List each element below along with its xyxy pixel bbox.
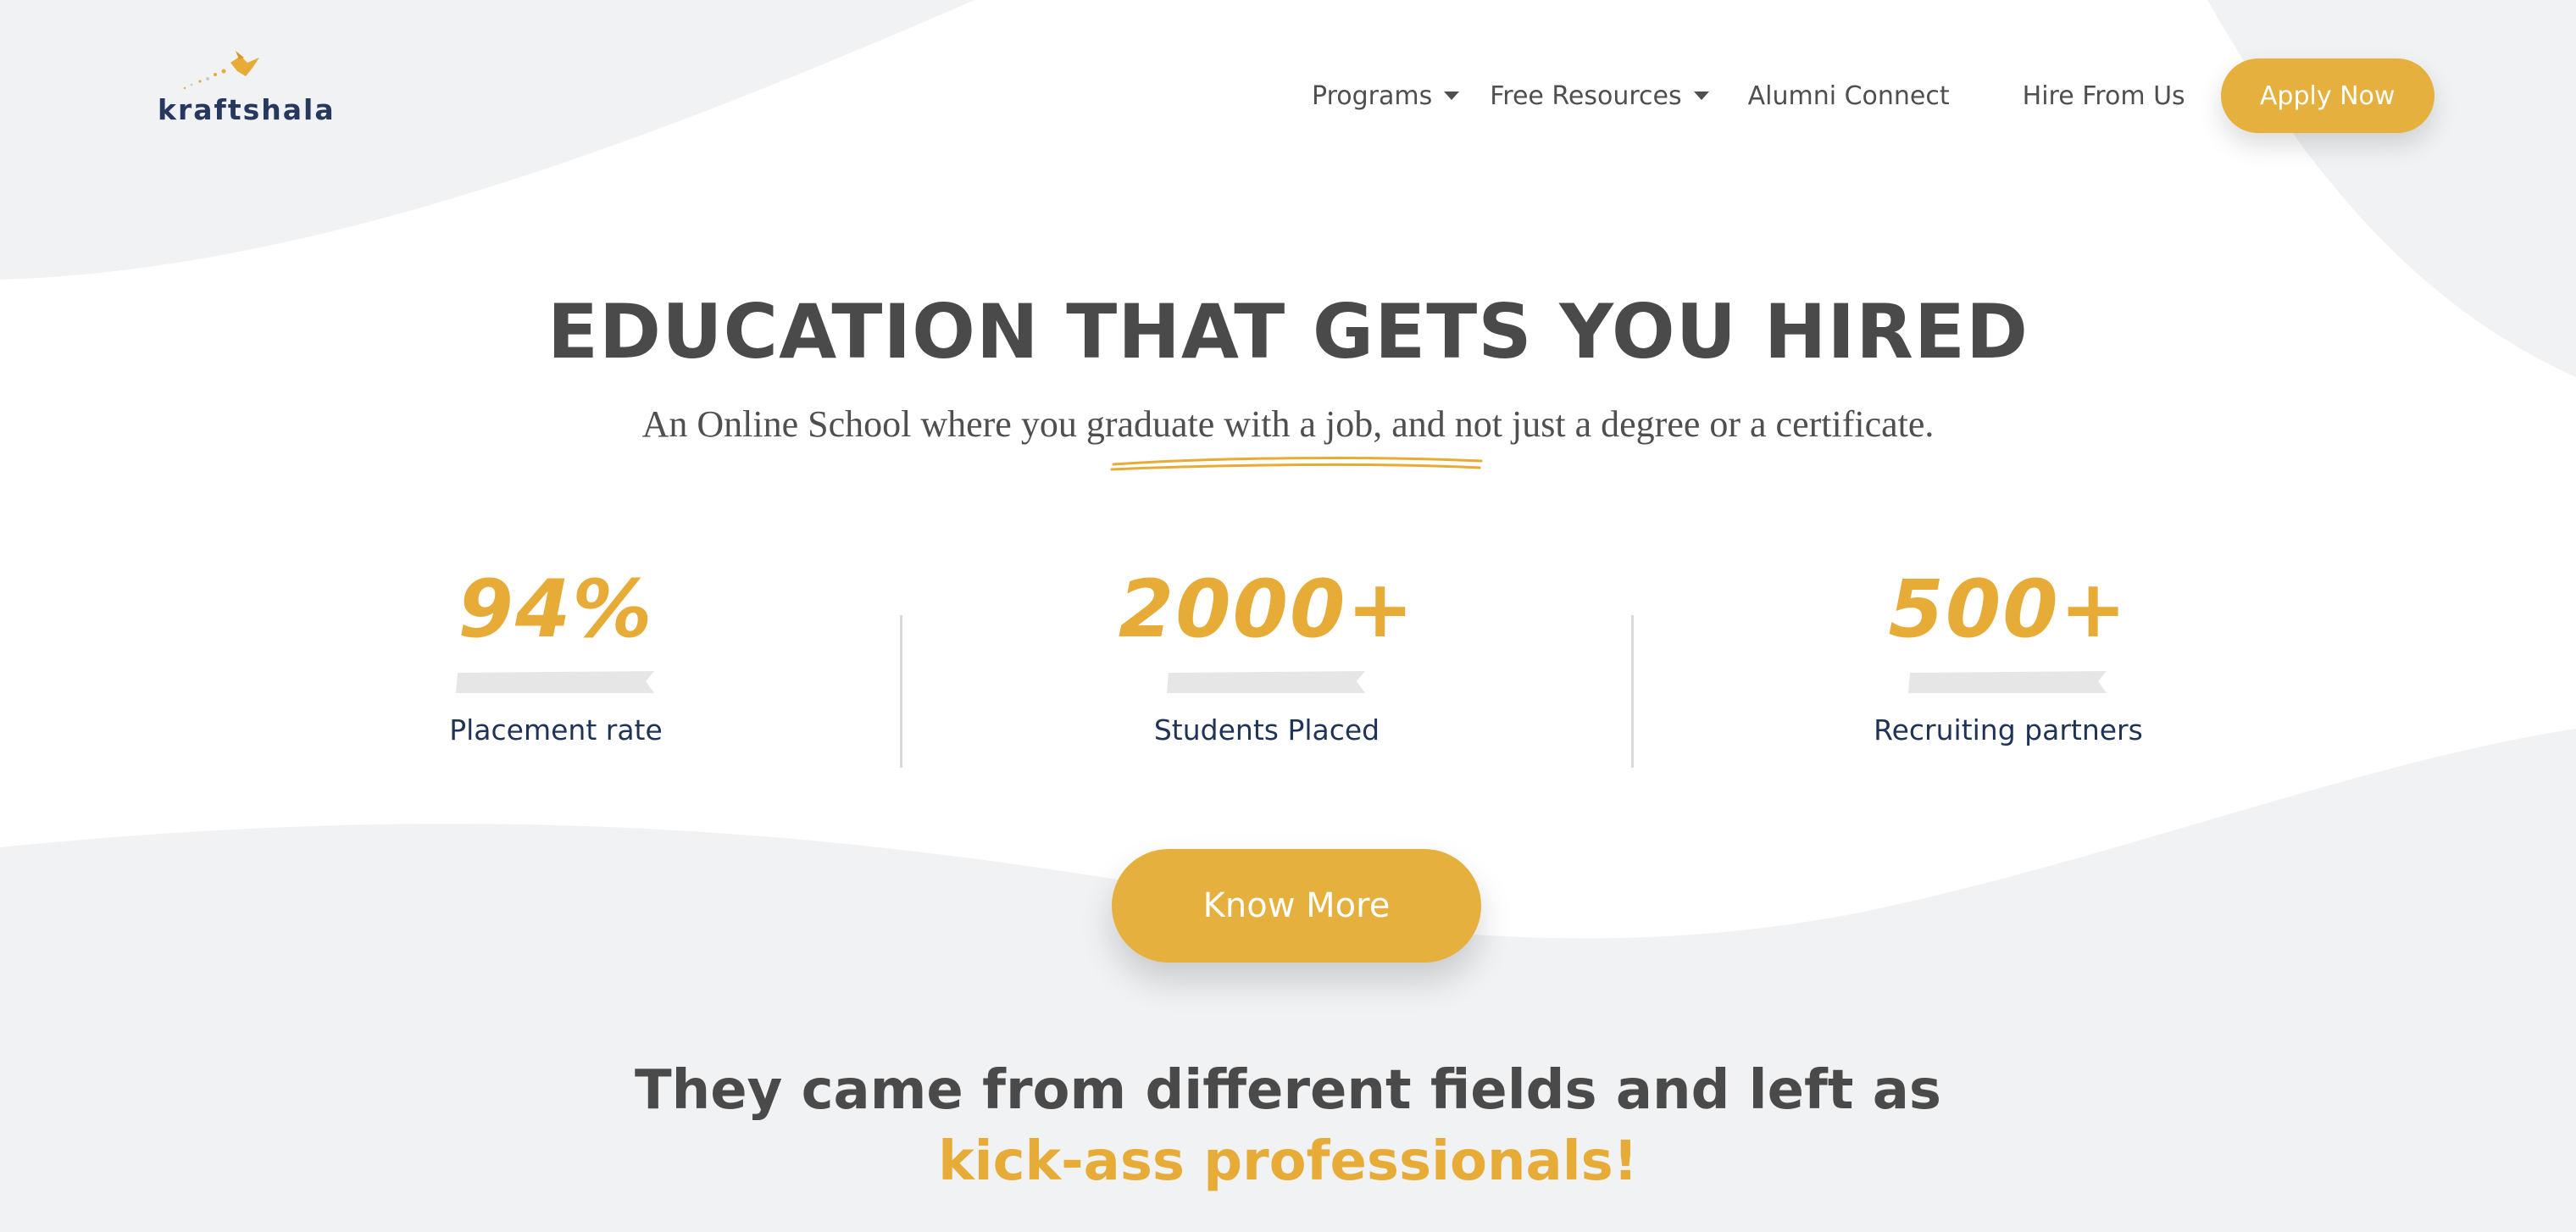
brush-stroke-icon [1908,671,2107,693]
nav-programs[interactable]: Programs [1312,80,1460,111]
stat-students-placed: 2000+ Students Placed [1072,559,1462,746]
stat-label: Students Placed [1153,713,1380,746]
apply-now-button[interactable]: Apply Now [2220,58,2434,133]
chevron-down-icon [1693,92,1709,100]
stat-divider [1631,615,1634,768]
section-heading-line1: They came from different fields and left… [634,1059,1942,1122]
hero-title: EDUCATION THAT GETS YOU HIRED [547,288,2029,375]
stat-placement-rate: 94% Placement rate [361,559,751,746]
section-heading-highlight: kick-ass professionals! [938,1130,1638,1193]
know-more-button[interactable]: Know More [1112,849,1481,963]
nav-hire-from-us[interactable]: Hire From Us [2023,81,2185,111]
stat-number: 2000+ [1118,563,1416,656]
underline-scribble-icon [1110,457,1483,471]
main-navigation: Programs Free Resources Alumni Connect H… [1312,58,2434,134]
bird-logo-icon [183,51,259,90]
stat-number: 500+ [1888,563,2129,656]
stat-label: Placement rate [449,713,663,746]
nav-alumni-connect[interactable]: Alumni Connect [1748,81,1950,111]
hero-subtitle: An Online School where you graduate with… [641,403,1935,445]
logo-wordmark: kraftshala [158,93,336,126]
stat-recruiting-partners: 500+ Recruiting partners [1813,559,2203,746]
nav-free-resources-label: Free Resources [1490,80,1682,111]
stat-divider [900,615,902,768]
brush-stroke-icon [1167,671,1365,693]
stat-number: 94% [458,563,654,656]
brush-stroke-icon [456,671,654,693]
nav-programs-label: Programs [1312,80,1433,111]
chevron-down-icon [1444,92,1460,100]
stat-label: Recruiting partners [1874,713,2143,746]
nav-free-resources[interactable]: Free Resources [1490,80,1709,111]
